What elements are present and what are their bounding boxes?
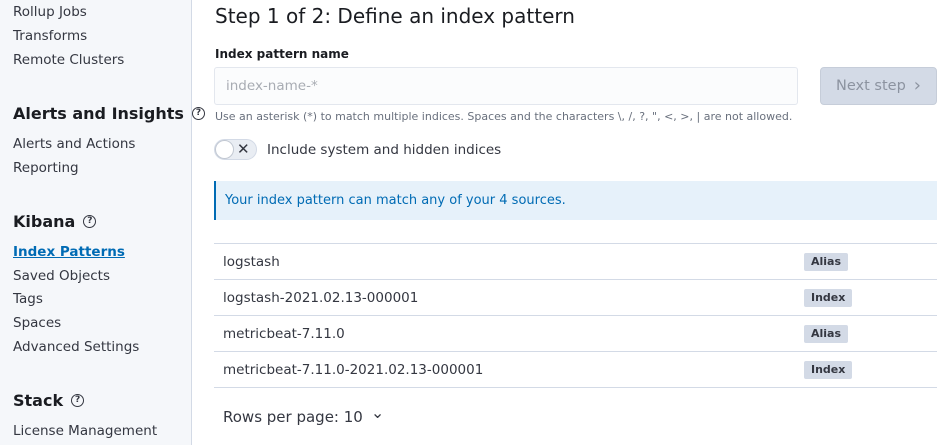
table-row: metricbeat-7.11.0-2021.02.13-000001 Inde… [214, 352, 937, 388]
switch-knob [215, 140, 234, 159]
source-name: logstash-2021.02.13-000001 [223, 289, 419, 306]
section-title-label: Alerts and Insights [13, 104, 184, 123]
section-title-label: Stack [13, 391, 64, 410]
include-hidden-label: Include system and hidden indices [267, 141, 502, 158]
sidebar-item-tags[interactable]: Tags [13, 291, 43, 307]
sources-table: logstash Alias logstash-2021.02.13-00000… [214, 243, 937, 388]
source-type-badge: Index [804, 360, 853, 379]
sidebar-item-transforms[interactable]: Transforms [13, 28, 87, 44]
sidebar: Rollup Jobs Transforms Remote Clusters A… [0, 0, 205, 445]
source-name: logstash [223, 253, 280, 270]
table-row: logstash Alias [214, 244, 937, 280]
sidebar-item-remote-clusters[interactable]: Remote Clusters [13, 52, 124, 68]
sidebar-item-spaces[interactable]: Spaces [13, 315, 61, 331]
sidebar-item-saved-objects[interactable]: Saved Objects [13, 268, 110, 284]
close-icon: ✕ [237, 140, 250, 158]
section-title-label: Kibana [13, 212, 76, 231]
next-step-button[interactable]: Next step › [820, 67, 937, 105]
input-help-text: Use an asterisk (*) to match multiple in… [215, 110, 793, 123]
chevron-right-icon: › [913, 75, 921, 96]
sources-callout: Your index pattern can match any of your… [214, 181, 937, 220]
rows-per-page-label: Rows per page: 10 [223, 408, 363, 426]
index-pattern-input[interactable] [214, 67, 798, 105]
source-type-badge: Index [804, 288, 853, 307]
table-row: logstash-2021.02.13-000001 Index [214, 280, 937, 316]
index-pattern-name-label: Index pattern name [215, 47, 349, 61]
help-icon[interactable]: ? [71, 394, 85, 407]
sidebar-item-reporting[interactable]: Reporting [13, 160, 79, 176]
include-hidden-switch[interactable]: ✕ [214, 139, 257, 160]
sidebar-item-advanced-settings[interactable]: Advanced Settings [13, 339, 139, 355]
source-type-badge: Alias [804, 252, 849, 271]
source-name: metricbeat-7.11.0-2021.02.13-000001 [223, 361, 484, 378]
source-type-badge: Alias [804, 324, 849, 343]
section-title-alerts-and-insights: Alerts and Insights ? [13, 104, 205, 123]
main-content: Step 1 of 2: Define an index pattern Ind… [192, 0, 941, 445]
rows-per-page-button[interactable]: Rows per page: 10 ⌄ [223, 403, 385, 427]
section-title-stack: Stack ? [13, 391, 85, 410]
source-name: metricbeat-7.11.0 [223, 325, 345, 342]
page-title: Step 1 of 2: Define an index pattern [215, 4, 575, 28]
table-row: metricbeat-7.11.0 Alias [214, 316, 937, 352]
section-title-kibana: Kibana ? [13, 212, 97, 231]
include-hidden-toggle-row: ✕ Include system and hidden indices [214, 139, 501, 160]
sidebar-item-rollup-jobs[interactable]: Rollup Jobs [13, 4, 87, 20]
next-step-label: Next step [836, 78, 906, 94]
sidebar-item-license-management[interactable]: License Management [13, 423, 157, 439]
chevron-down-icon: ⌄ [370, 403, 385, 422]
sidebar-item-alerts-and-actions[interactable]: Alerts and Actions [13, 136, 135, 152]
help-icon[interactable]: ? [83, 215, 97, 228]
sidebar-item-index-patterns[interactable]: Index Patterns [13, 244, 125, 260]
